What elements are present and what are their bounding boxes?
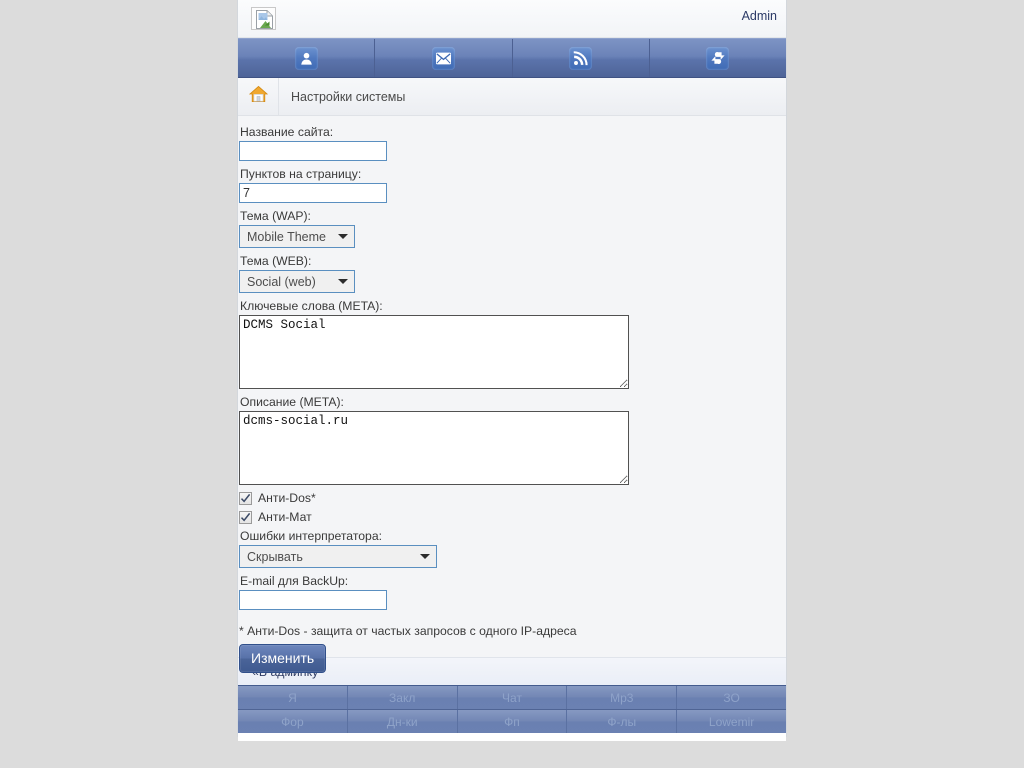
field-site-name: Название сайта:: [238, 125, 786, 161]
field-anti-mat: Анти-Мат: [239, 510, 786, 524]
bottom-nav-row-1: Я Закл Чат Mp3 ЗО: [238, 686, 786, 710]
theme-web-select[interactable]: Social (web): [239, 270, 355, 293]
theme-wap-value: Mobile Theme: [247, 229, 326, 244]
theme-web-value: Social (web): [247, 274, 316, 289]
label-items-per-page: Пунктов на страницу:: [240, 167, 362, 181]
items-per-page-input[interactable]: [239, 183, 387, 203]
field-description-meta: Описание (META): dcms-social.ru: [238, 395, 786, 485]
interpreter-errors-select[interactable]: Скрывать: [239, 545, 437, 568]
anti-dos-checkbox[interactable]: [239, 491, 252, 505]
label-theme-web: Тема (WEB):: [240, 254, 312, 268]
label-description-meta: Описание (META):: [240, 395, 344, 409]
chevron-down-icon: [420, 554, 430, 559]
anti-dos-footnote: * Анти-Dos - защита от частых запросов с…: [239, 624, 577, 638]
submit-button[interactable]: Изменить: [239, 644, 327, 673]
page-container: Admin Настройки системы Название сайта: …: [237, 0, 787, 741]
breadcrumb: Настройки системы: [238, 78, 786, 116]
label-anti-mat: Анти-Мат: [258, 510, 312, 524]
nav-item-mail[interactable]: [375, 39, 513, 77]
user-icon: [294, 46, 318, 70]
bottom-nav-item[interactable]: Дн-ки: [348, 710, 458, 733]
bottom-nav-item[interactable]: Фп: [458, 710, 568, 733]
nav-item-feed[interactable]: [513, 39, 651, 77]
chevron-down-icon: [338, 234, 348, 239]
field-interpreter-errors: Ошибки интерпретатора: Скрывать: [238, 529, 786, 574]
bottom-nav-item[interactable]: Я: [238, 686, 348, 709]
keywords-meta-textarea[interactable]: DCMS Social: [239, 315, 629, 389]
bottom-nav-item[interactable]: Закл: [348, 686, 458, 709]
interpreter-errors-value: Скрывать: [247, 549, 303, 564]
description-meta-textarea[interactable]: dcms-social.ru: [239, 411, 629, 485]
bottom-nav-item[interactable]: Mp3: [567, 686, 678, 709]
site-name-input[interactable]: [239, 141, 387, 161]
label-site-name: Название сайта:: [240, 125, 334, 139]
settings-form: Название сайта: Пунктов на страницу: Тем…: [238, 116, 786, 673]
top-header-bar: Admin: [238, 0, 786, 38]
refresh-icon: [706, 46, 730, 70]
anti-mat-checkbox[interactable]: [239, 510, 252, 524]
label-anti-dos: Анти-Dos*: [258, 491, 316, 505]
theme-wap-select[interactable]: Mobile Theme: [239, 225, 355, 248]
chevron-down-icon: [338, 279, 348, 284]
envelope-icon: [431, 46, 455, 70]
site-logo-placeholder: [251, 7, 276, 30]
page-title: Настройки системы: [291, 89, 406, 104]
bottom-nav-item[interactable]: Фор: [238, 710, 348, 733]
nav-item-profile[interactable]: [238, 39, 376, 77]
label-keywords-meta: Ключевые слова (META):: [240, 299, 383, 313]
bottom-nav-row-2: Фор Дн-ки Фп Ф-лы Lowemir: [238, 710, 786, 733]
field-items-per-page: Пунктов на страницу:: [238, 167, 786, 203]
label-interpreter-errors: Ошибки интерпретатора:: [240, 529, 382, 543]
field-theme-wap: Тема (WAP): Mobile Theme: [238, 209, 786, 254]
icon-navigation-bar: [238, 38, 786, 78]
home-button[interactable]: [238, 78, 279, 115]
field-theme-web: Тема (WEB): Social (web): [238, 254, 786, 299]
bottom-navigation-grid: Я Закл Чат Mp3 ЗО Фор Дн-ки Фп Ф-лы Lowe…: [238, 685, 786, 733]
bottom-nav-item[interactable]: Ф-лы: [567, 710, 678, 733]
label-theme-wap: Тема (WAP):: [240, 209, 311, 223]
bottom-nav-item[interactable]: Чат: [458, 686, 568, 709]
bottom-nav-item[interactable]: ЗО: [677, 686, 786, 709]
broken-image-icon: [256, 10, 273, 34]
admin-link[interactable]: Admin: [742, 9, 777, 23]
rss-icon: [569, 46, 593, 70]
home-icon: [248, 85, 268, 108]
field-backup-email: E-mail для BackUp:: [238, 574, 786, 610]
label-backup-email: E-mail для BackUp:: [240, 574, 349, 588]
field-anti-dos: Анти-Dos*: [239, 491, 786, 505]
bottom-nav-item[interactable]: Lowemir: [677, 710, 786, 733]
nav-item-refresh[interactable]: [650, 39, 786, 77]
field-keywords-meta: Ключевые слова (META): DCMS Social: [238, 299, 786, 389]
page-bottom-spacer: [238, 733, 786, 741]
backup-email-input[interactable]: [239, 590, 387, 610]
